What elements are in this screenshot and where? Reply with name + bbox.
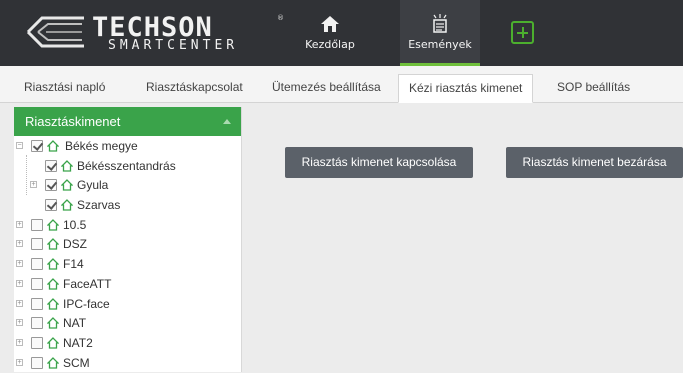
checkbox[interactable] bbox=[31, 297, 43, 310]
tree-item-label: SCM bbox=[63, 355, 90, 370]
home-icon bbox=[47, 258, 59, 270]
tree-item-label: Békés megye bbox=[65, 139, 138, 153]
expand-node-icon[interactable]: + bbox=[16, 358, 23, 366]
nav-events-label: Események bbox=[408, 38, 472, 51]
checkbox[interactable] bbox=[31, 140, 43, 152]
add-button[interactable] bbox=[511, 21, 534, 44]
sidebar-header[interactable]: Riasztáskimenet bbox=[14, 107, 241, 136]
checkbox[interactable] bbox=[31, 336, 43, 349]
home-icon bbox=[47, 336, 59, 349]
tab-alarm-log[interactable]: Riasztási napló bbox=[14, 74, 115, 103]
tree-item-faceatt[interactable]: + FaceATT bbox=[14, 275, 241, 295]
tree-item-label: 10.5 bbox=[63, 217, 87, 232]
expand-node-icon[interactable]: + bbox=[16, 279, 23, 287]
checkbox[interactable] bbox=[31, 258, 43, 271]
tree-item-10-5[interactable]: + 10.5 bbox=[14, 216, 241, 236]
tree-item-nat[interactable]: + NAT bbox=[14, 314, 241, 334]
checkbox[interactable] bbox=[31, 356, 43, 369]
home-icon bbox=[47, 238, 59, 251]
nav-home-button[interactable]: Kezdőlap bbox=[290, 0, 370, 66]
alarm-output-open-button[interactable]: Riasztás kimenet kapcsolása bbox=[285, 147, 473, 178]
expand-node-icon[interactable]: + bbox=[16, 220, 23, 228]
tree-item-scm[interactable]: + SCM bbox=[14, 354, 241, 373]
tree-item-szarvas[interactable]: Szarvas bbox=[14, 196, 241, 216]
tree-item-gyula[interactable]: + Gyula bbox=[14, 176, 241, 196]
tree-item-label: NAT bbox=[63, 316, 87, 331]
sidebar-title: Riasztáskimenet bbox=[25, 114, 121, 129]
tree-item-nat2[interactable]: + NAT2 bbox=[14, 334, 241, 354]
tab-schedule-settings[interactable]: Ütemezés beállítása bbox=[262, 74, 391, 103]
home-icon bbox=[47, 317, 59, 329]
tree-item-dsz[interactable]: + DSZ bbox=[14, 235, 241, 255]
collapse-node-icon[interactable]: − bbox=[16, 142, 23, 149]
tree-item-label: F14 bbox=[63, 257, 84, 272]
collapse-icon[interactable] bbox=[223, 119, 231, 124]
tree-item-label: Szarvas bbox=[77, 198, 121, 213]
home-icon bbox=[47, 218, 59, 231]
checkbox[interactable] bbox=[31, 238, 43, 251]
expand-node-icon[interactable]: + bbox=[16, 260, 23, 268]
tree-item-ipc-face[interactable]: + IPC-face bbox=[14, 295, 241, 315]
tab-manual-alarm-output[interactable]: Kézi riasztás kimenet bbox=[398, 74, 534, 103]
expand-node-icon[interactable]: + bbox=[16, 338, 23, 346]
tab-sop-settings[interactable]: SOP beállítás bbox=[547, 74, 640, 103]
expand-node-icon[interactable]: + bbox=[16, 319, 23, 327]
tree-item-label: DSZ bbox=[63, 237, 87, 252]
registered-mark: ® bbox=[277, 14, 284, 22]
tab-alarm-linkage[interactable]: Riasztáskapcsolat bbox=[136, 74, 253, 103]
checkbox[interactable] bbox=[31, 277, 43, 290]
home-icon bbox=[61, 179, 73, 192]
alarm-output-sidebar: Riasztáskimenet − Békés megye Békésszent… bbox=[14, 107, 242, 372]
tree-item-bekes-megye[interactable]: − Békés megye bbox=[14, 137, 241, 157]
techson-logo: TECHSON SMARTCENTER ® bbox=[24, 10, 284, 56]
tree-item-label: Békésszentandrás bbox=[77, 158, 176, 173]
tree-item-label: Gyula bbox=[77, 178, 109, 193]
checkbox[interactable] bbox=[45, 179, 57, 192]
main-content: Riasztás kimenet kapcsolása Riasztás kim… bbox=[242, 104, 683, 372]
home-icon bbox=[61, 199, 73, 211]
tree-item-label: IPC-face bbox=[63, 296, 110, 311]
checkbox[interactable] bbox=[31, 218, 43, 231]
expand-node-icon[interactable]: + bbox=[16, 299, 23, 307]
home-icon bbox=[47, 140, 59, 152]
tree-item-label: NAT2 bbox=[63, 335, 93, 350]
home-icon bbox=[47, 356, 59, 369]
device-tree: − Békés megye Békésszentandrás + Gyula S… bbox=[14, 136, 241, 373]
events-icon bbox=[433, 14, 447, 33]
top-bar: TECHSON SMARTCENTER ® Kezdőlap Események bbox=[0, 0, 683, 66]
nav-home-label: Kezdőlap bbox=[305, 38, 355, 51]
checkbox[interactable] bbox=[45, 199, 57, 212]
tree-item-f14[interactable]: + F14 bbox=[14, 255, 241, 275]
home-icon bbox=[47, 297, 59, 310]
tree-item-label: FaceATT bbox=[63, 276, 112, 291]
home-icon bbox=[47, 277, 59, 290]
brand-subtitle: SMARTCENTER bbox=[108, 38, 239, 53]
alarm-output-close-button[interactable]: Riasztás kimenet bezárása bbox=[506, 147, 683, 178]
home-icon bbox=[61, 159, 73, 172]
checkbox[interactable] bbox=[45, 159, 57, 172]
expand-node-icon[interactable]: + bbox=[16, 240, 23, 248]
tab-bar: Riasztási napló Riasztáskapcsolat Ütemez… bbox=[0, 66, 683, 103]
nav-events-button[interactable]: Események bbox=[400, 0, 480, 66]
home-icon bbox=[321, 16, 339, 32]
logo-mark-icon bbox=[26, 16, 84, 48]
checkbox[interactable] bbox=[31, 317, 43, 330]
expand-node-icon[interactable]: + bbox=[30, 181, 37, 189]
tree-item-bekesszentandras[interactable]: Békésszentandrás bbox=[14, 157, 241, 177]
